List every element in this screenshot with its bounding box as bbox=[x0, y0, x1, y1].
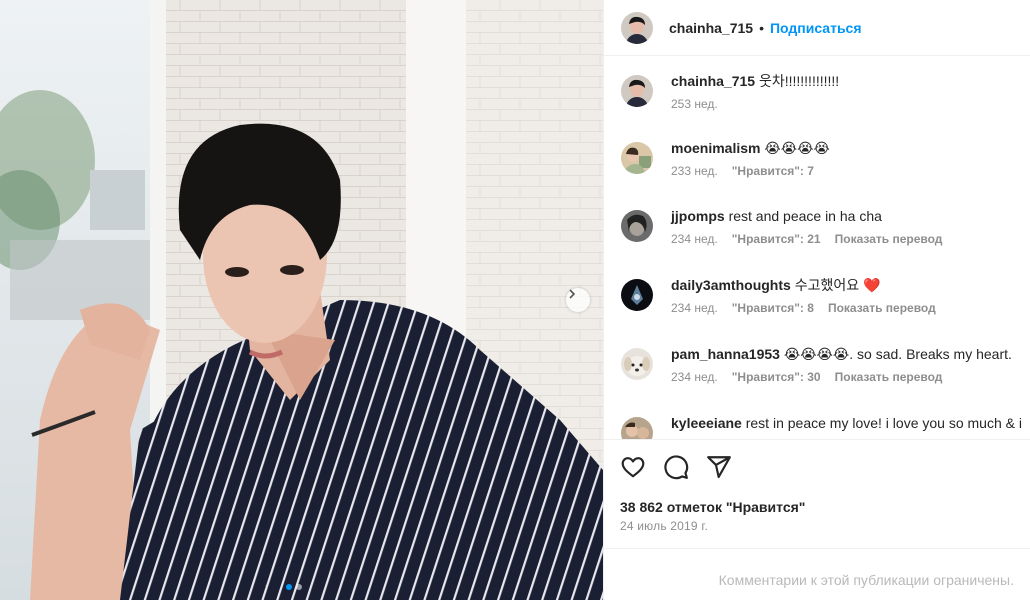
post-actions: 38 862 отметок "Нравится" 24 июль 2019 г… bbox=[604, 439, 1030, 579]
comment-item: jjpomps rest and peace in ha cha 234 нед… bbox=[621, 207, 1030, 246]
comment-item: daily3amthoughts 수고했어요 ❤️ 234 нед. "Нрави… bbox=[621, 276, 1030, 315]
comment-avatar[interactable] bbox=[621, 210, 653, 242]
share-icon[interactable] bbox=[706, 454, 732, 480]
carousel-indicator bbox=[286, 584, 302, 590]
comment-age[interactable]: 233 нед. bbox=[671, 164, 718, 178]
comment-item: pam_hanna1953 😭😭😭😭. so sad. Breaks my he… bbox=[621, 345, 1030, 384]
carousel-dot bbox=[296, 584, 302, 590]
comment-username[interactable]: chainha_715 bbox=[671, 73, 755, 89]
avatar-image bbox=[621, 348, 653, 380]
avatar-image bbox=[621, 210, 653, 242]
follow-button[interactable]: Подписаться bbox=[770, 20, 862, 36]
post-photo[interactable] bbox=[0, 0, 603, 600]
photo-illustration bbox=[0, 0, 603, 600]
separator-dot: • bbox=[759, 19, 764, 36]
show-translation-button[interactable]: Показать перевод bbox=[835, 370, 943, 384]
post-date[interactable]: 24 июль 2019 г. bbox=[620, 519, 708, 533]
comment-age[interactable]: 234 нед. bbox=[671, 370, 718, 384]
author-avatar[interactable] bbox=[621, 11, 653, 44]
post-panel: chainha_715 • Подписаться chainha_715 웃차… bbox=[603, 0, 1030, 600]
likes-count[interactable]: 38 862 отметок "Нравится" bbox=[620, 499, 805, 515]
comment-username[interactable]: jjpomps bbox=[671, 208, 725, 224]
comments-list[interactable]: chainha_715 웃차!!!!!!!!!!!!!! 253 нед. mo… bbox=[604, 57, 1030, 439]
show-translation-button[interactable]: Показать перевод bbox=[835, 232, 943, 246]
comment-username[interactable]: daily3amthoughts bbox=[671, 277, 791, 293]
comment-username[interactable]: pam_hanna1953 bbox=[671, 346, 780, 362]
comment-age[interactable]: 234 нед. bbox=[671, 232, 718, 246]
comment-likes[interactable]: "Нравится": 8 bbox=[732, 301, 814, 315]
comment-avatar[interactable] bbox=[621, 75, 653, 107]
comment-avatar[interactable] bbox=[621, 279, 653, 311]
comment-text: 수고했어요 ❤️ bbox=[794, 277, 881, 293]
comment-likes[interactable]: "Нравится": 30 bbox=[732, 370, 821, 384]
show-translation-button[interactable]: Показать перевод bbox=[828, 301, 936, 315]
comment-age[interactable]: 234 нед. bbox=[671, 301, 718, 315]
avatar-image bbox=[621, 142, 653, 174]
comment-text: rest in peace my love! i love you so muc… bbox=[745, 415, 1022, 431]
comment-likes[interactable]: "Нравится": 7 bbox=[732, 164, 814, 178]
comment-text: 😭😭😭😭. so sad. Breaks my heart. bbox=[783, 346, 1012, 362]
comment-item: moenimalism 😭😭😭😭 233 нед. "Нравится": 7 bbox=[621, 139, 1030, 178]
comment-avatar[interactable] bbox=[621, 348, 653, 380]
avatar-image bbox=[621, 75, 653, 107]
author-avatar-image bbox=[621, 11, 653, 44]
next-image-button[interactable] bbox=[566, 288, 590, 312]
comment-text: rest and peace in ha cha bbox=[728, 208, 882, 224]
comment-avatar[interactable] bbox=[621, 142, 653, 174]
carousel-dot bbox=[286, 584, 292, 590]
divider bbox=[604, 548, 1030, 549]
post-header: chainha_715 • Подписаться bbox=[604, 0, 1030, 56]
comments-limited-notice: Комментарии к этой публикации ограничены… bbox=[718, 572, 1014, 588]
comment-avatar[interactable] bbox=[621, 417, 653, 439]
comment-username[interactable]: kyleeeiane bbox=[671, 415, 742, 431]
heart-icon[interactable] bbox=[620, 454, 646, 480]
avatar-image bbox=[621, 279, 653, 311]
comment-username[interactable]: moenimalism bbox=[671, 140, 760, 156]
comment-text: 웃차!!!!!!!!!!!!!! bbox=[758, 73, 840, 89]
comment-text: 😭😭😭😭 bbox=[764, 140, 830, 156]
avatar-image bbox=[621, 417, 653, 439]
author-username[interactable]: chainha_715 bbox=[669, 20, 753, 36]
comment-age[interactable]: 253 нед. bbox=[671, 97, 718, 111]
comment-icon[interactable] bbox=[663, 454, 689, 480]
comment-item: kyleeeiane rest in peace my love! i love… bbox=[621, 414, 1030, 439]
chevron-right-icon bbox=[569, 289, 576, 299]
comment-item: chainha_715 웃차!!!!!!!!!!!!!! 253 нед. bbox=[621, 72, 1030, 111]
comment-likes[interactable]: "Нравится": 21 bbox=[732, 232, 821, 246]
